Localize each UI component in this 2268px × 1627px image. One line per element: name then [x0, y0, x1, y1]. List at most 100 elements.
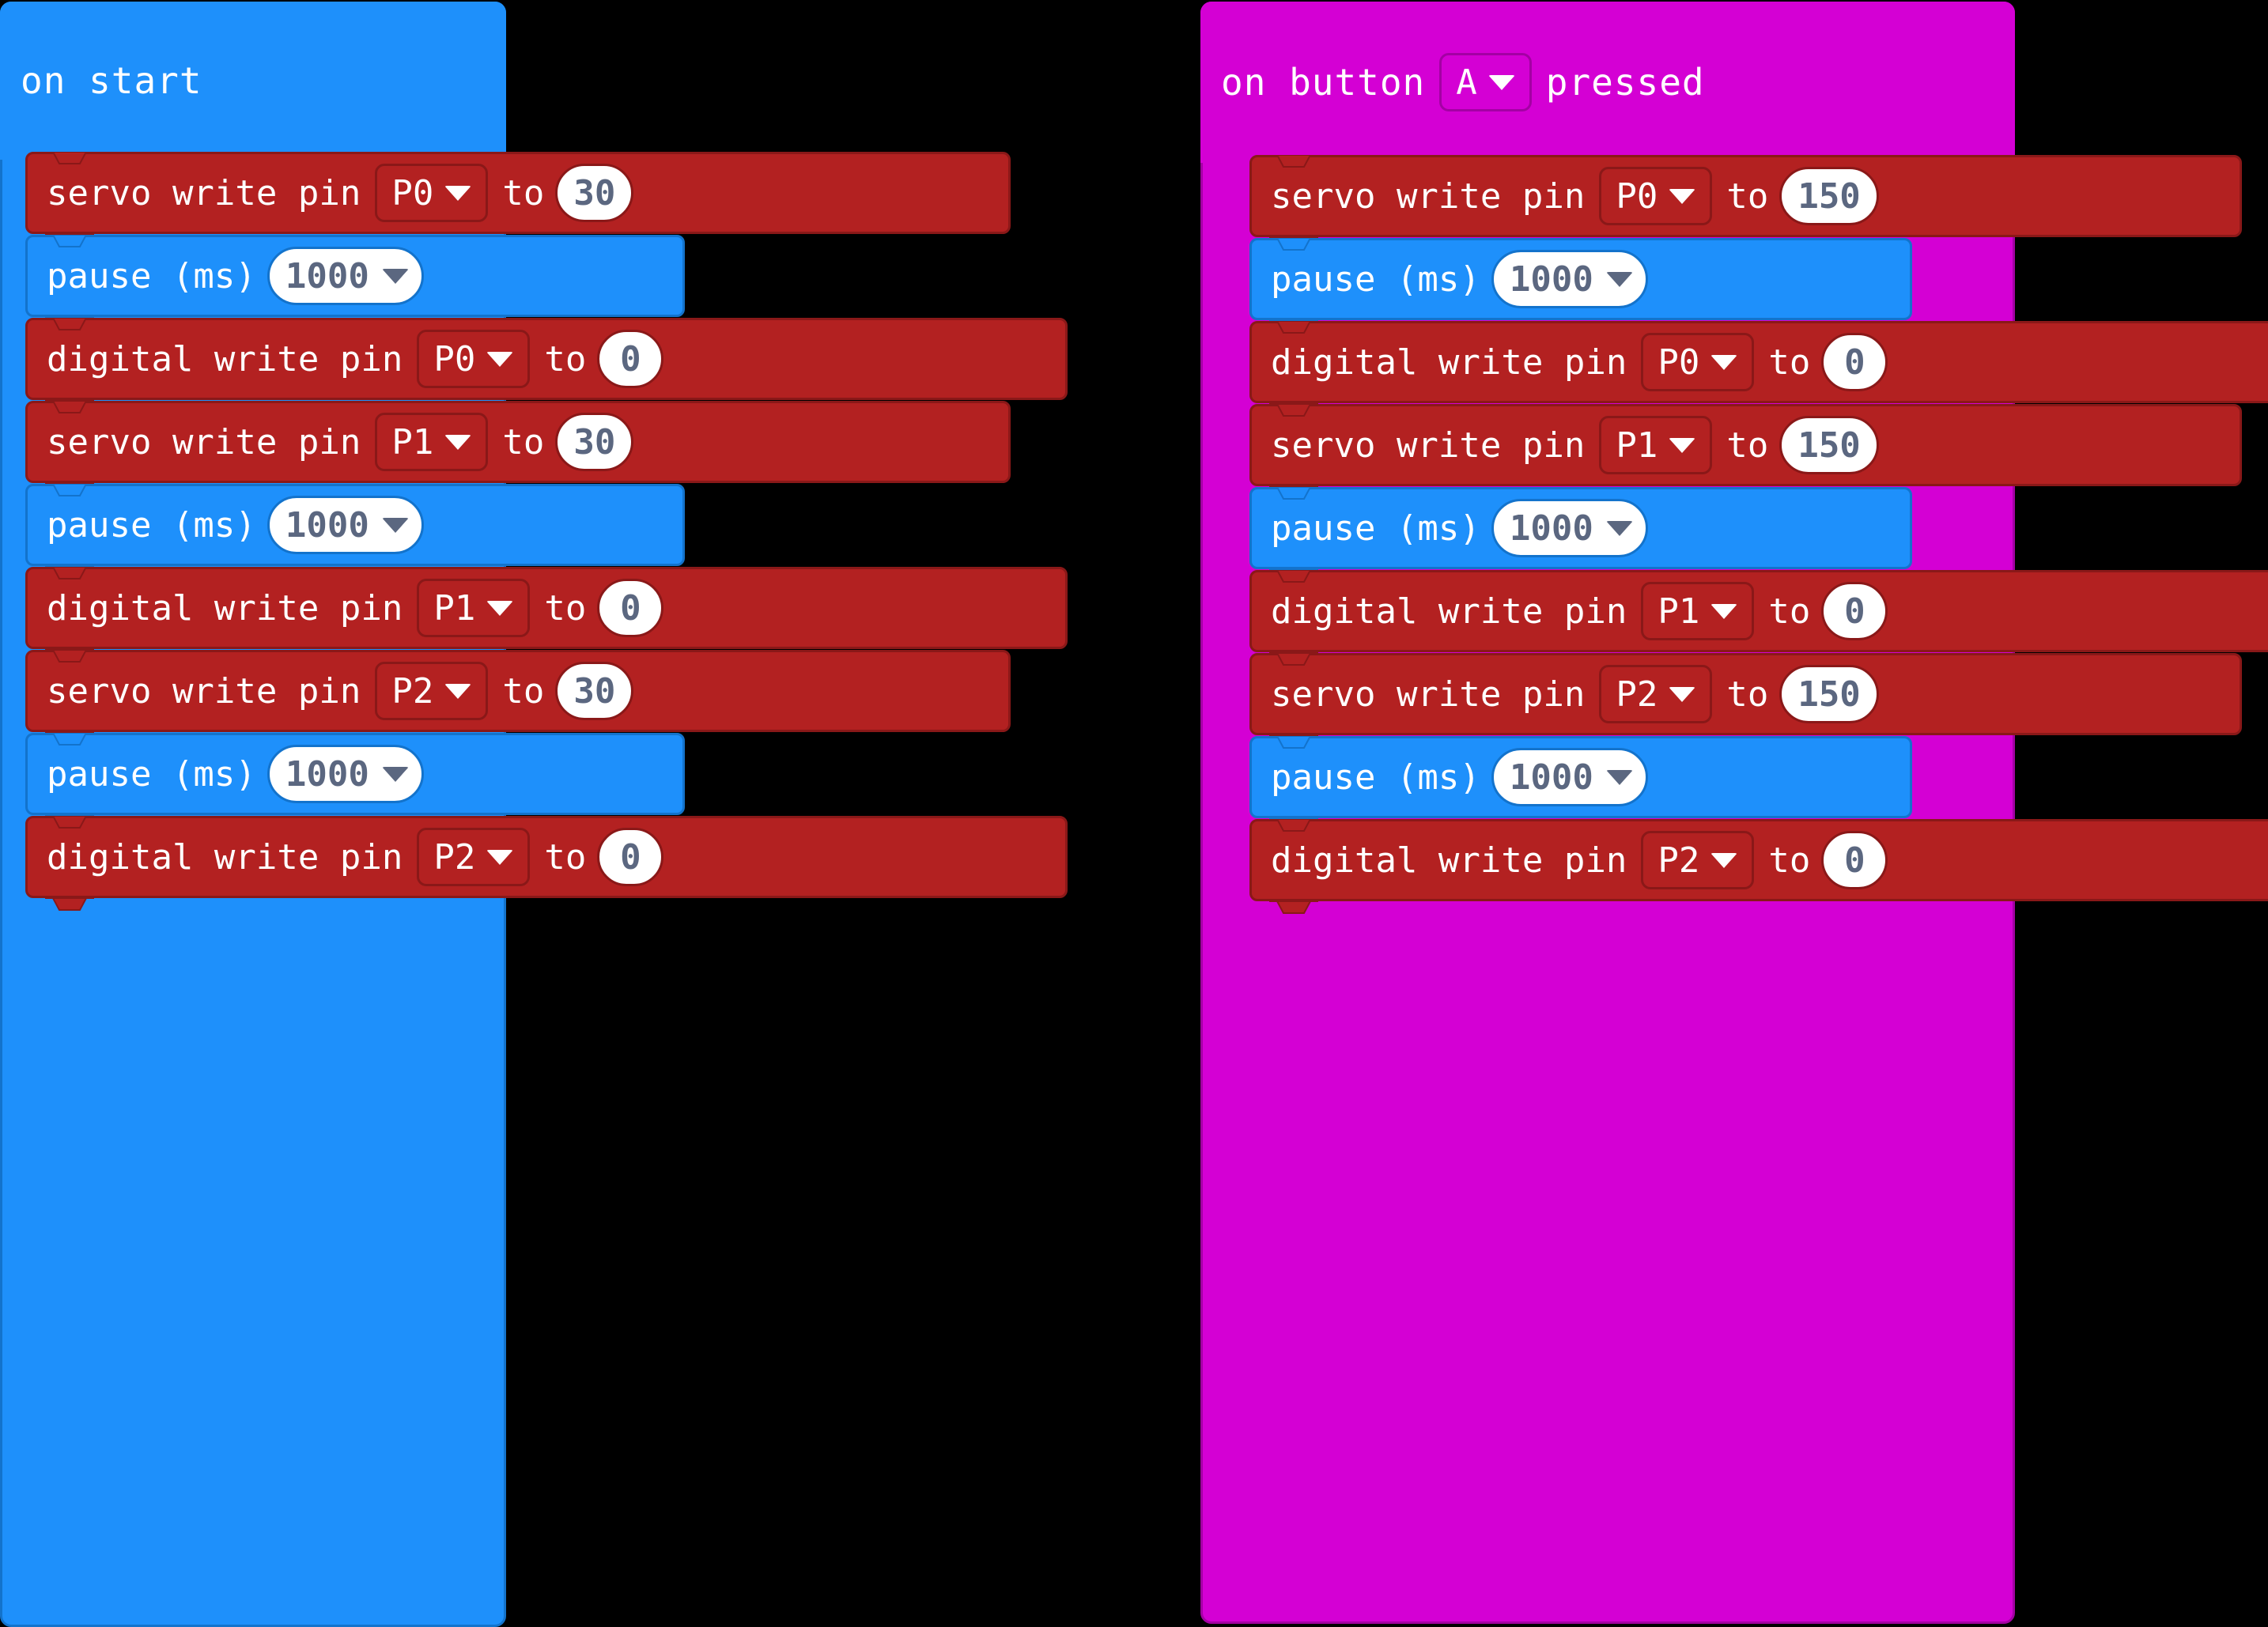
to-label: to — [502, 421, 545, 462]
field-value: 1000 — [285, 753, 369, 795]
field-value: 150 — [1797, 674, 1861, 715]
block-label: digital write pin — [1271, 342, 1627, 383]
block-label: pause (ms) — [1271, 757, 1480, 798]
field-value: 1000 — [1509, 259, 1593, 300]
number-input-field[interactable]: 0 — [1821, 333, 1888, 391]
chevron-down-icon — [1669, 686, 1696, 702]
block-digital-write-pin[interactable]: digital write pin P2 to 0 — [25, 815, 1068, 911]
number-input-field[interactable]: 150 — [1779, 416, 1879, 474]
chevron-down-icon — [1710, 852, 1738, 868]
duration-dropdown-field[interactable]: 1000 — [266, 496, 424, 554]
block-label: digital write pin — [1271, 840, 1627, 881]
chevron-down-icon — [486, 600, 514, 616]
number-input-field[interactable]: 0 — [597, 330, 664, 388]
block-pause-ms[interactable]: pause (ms) 1000 — [25, 483, 685, 579]
block-pause-ms[interactable]: pause (ms) 1000 — [1249, 735, 1912, 831]
to-label: to — [502, 172, 545, 213]
number-input-field[interactable]: 0 — [597, 828, 664, 886]
block-notch-top — [1269, 403, 1318, 417]
pin-dropdown-field[interactable]: P2 — [417, 828, 531, 886]
to-label: to — [1726, 674, 1769, 715]
dropdown-value: P0 — [391, 172, 434, 213]
number-input-field[interactable]: 150 — [1779, 665, 1879, 723]
block-servo-write-pin[interactable]: servo write pin P2 to 150 — [1249, 652, 2242, 748]
dropdown-value: P1 — [391, 421, 434, 462]
chevron-down-icon — [1605, 769, 1633, 785]
duration-dropdown-field[interactable]: 1000 — [266, 247, 424, 305]
block-digital-write-pin[interactable]: digital write pin P2 to 0 — [1249, 818, 2268, 914]
pin-dropdown-field[interactable]: P0 — [375, 164, 489, 222]
blocks-workspace[interactable]: on start servo write pin P0 to 30 pause (ms) 1… — [0, 0, 2268, 1627]
block-notch-top — [45, 151, 94, 164]
pin-dropdown-field[interactable]: P2 — [375, 662, 489, 720]
block-digital-write-pin[interactable]: digital write pin P1 to 0 — [25, 566, 1068, 662]
block-servo-write-pin[interactable]: servo write pin P0 to 30 — [25, 151, 1011, 247]
event-label-on-start: on start — [21, 59, 202, 102]
block-label: servo write pin — [1271, 425, 1586, 466]
block-servo-write-pin[interactable]: servo write pin P0 to 150 — [1249, 154, 2242, 250]
event-block-header[interactable]: on start — [0, 2, 506, 160]
duration-dropdown-field[interactable]: 1000 — [1491, 748, 1648, 806]
block-notch-top — [45, 400, 94, 413]
block-servo-write-pin[interactable]: servo write pin P2 to 30 — [25, 649, 1011, 745]
number-input-field[interactable]: 30 — [555, 164, 634, 222]
chevron-down-icon — [444, 434, 472, 450]
pin-dropdown-field[interactable]: P0 — [1599, 167, 1713, 225]
block-digital-write-pin[interactable]: digital write pin P0 to 0 — [25, 317, 1068, 413]
block-notch-top — [45, 566, 94, 579]
field-value: 150 — [1797, 176, 1861, 217]
number-input-field[interactable]: 0 — [1821, 831, 1888, 889]
pin-dropdown-field[interactable]: P2 — [1641, 831, 1755, 889]
duration-dropdown-field[interactable]: 1000 — [1491, 499, 1648, 557]
block-pause-ms[interactable]: pause (ms) 1000 — [1249, 237, 1912, 333]
pin-dropdown-field[interactable]: P1 — [1599, 416, 1713, 474]
pin-dropdown-field[interactable]: A — [1439, 53, 1532, 111]
chevron-down-icon — [1605, 520, 1633, 536]
field-value: 1000 — [285, 504, 369, 545]
field-value: 1000 — [285, 255, 369, 296]
to-label: to — [1726, 425, 1769, 466]
field-value: 0 — [620, 338, 641, 379]
block-pause-ms[interactable]: pause (ms) 1000 — [1249, 486, 1912, 582]
block-label: servo write pin — [1271, 674, 1586, 715]
block-label: pause (ms) — [1271, 508, 1480, 549]
number-input-field[interactable]: 0 — [1821, 582, 1888, 640]
pin-dropdown-field[interactable]: P0 — [417, 330, 531, 388]
field-value: 0 — [1844, 591, 1865, 632]
chevron-down-icon — [381, 766, 409, 782]
block-servo-write-pin[interactable]: servo write pin P1 to 150 — [1249, 403, 2242, 499]
block-label: digital write pin — [1271, 591, 1627, 632]
dropdown-value: P1 — [1658, 591, 1700, 632]
dropdown-value: P2 — [433, 836, 476, 878]
chevron-down-icon — [444, 683, 472, 699]
pin-dropdown-field[interactable]: P1 — [417, 579, 531, 637]
pin-dropdown-field[interactable]: P2 — [1599, 665, 1713, 723]
number-input-field[interactable]: 30 — [555, 662, 634, 720]
number-input-field[interactable]: 0 — [597, 579, 664, 637]
block-notch-top — [1269, 486, 1318, 500]
pin-dropdown-field[interactable]: P1 — [375, 413, 489, 471]
dropdown-value: P1 — [1616, 425, 1658, 466]
event-label-prefix: on button — [1221, 61, 1426, 104]
pin-dropdown-field[interactable]: P1 — [1641, 582, 1755, 640]
chevron-down-icon — [486, 849, 514, 865]
number-input-field[interactable]: 30 — [555, 413, 634, 471]
to-label: to — [1768, 840, 1811, 881]
duration-dropdown-field[interactable]: 1000 — [1491, 250, 1648, 308]
block-pause-ms[interactable]: pause (ms) 1000 — [25, 234, 685, 330]
duration-dropdown-field[interactable]: 1000 — [266, 745, 424, 803]
to-label: to — [502, 670, 545, 712]
number-input-field[interactable]: 150 — [1779, 167, 1879, 225]
to-label: to — [1768, 342, 1811, 383]
block-servo-write-pin[interactable]: servo write pin P1 to 30 — [25, 400, 1011, 496]
event-block-header[interactable]: on button Apressed — [1200, 2, 2015, 163]
block-label: pause (ms) — [47, 504, 256, 545]
block-digital-write-pin[interactable]: digital write pin P0 to 0 — [1249, 320, 2268, 416]
dropdown-value: A — [1456, 62, 1477, 103]
chevron-down-icon — [1669, 188, 1696, 204]
block-label: pause (ms) — [1271, 259, 1480, 300]
to-label: to — [1768, 591, 1811, 632]
block-digital-write-pin[interactable]: digital write pin P1 to 0 — [1249, 569, 2268, 665]
block-pause-ms[interactable]: pause (ms) 1000 — [25, 732, 685, 828]
pin-dropdown-field[interactable]: P0 — [1641, 333, 1755, 391]
